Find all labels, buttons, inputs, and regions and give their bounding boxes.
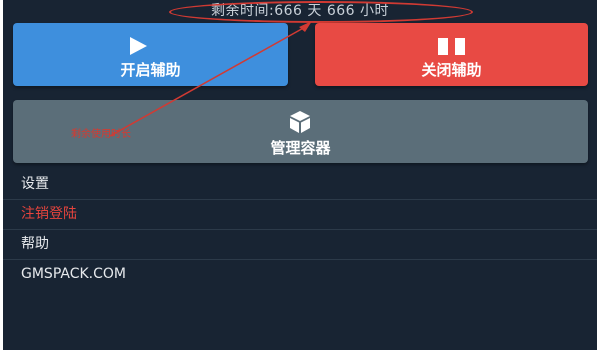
- annotation-label: 剩余使用时长: [71, 129, 131, 140]
- app-screen: 剩余时间:666 天 666 小时 开启辅助 关闭辅助 管理容器 剩余使用时长 …: [3, 0, 597, 350]
- box-icon: [290, 111, 310, 133]
- play-icon: [130, 37, 147, 55]
- stop-assist-button[interactable]: 关闭辅助: [315, 23, 588, 86]
- remaining-time-text: 剩余时间:666 天 666 小时: [210, 3, 389, 19]
- stop-assist-label: 关闭辅助: [421, 61, 482, 79]
- menu-list: 设置 注销登陆 帮助 GMSPACK.COM: [3, 170, 597, 289]
- start-assist-label: 开启辅助: [120, 61, 181, 79]
- menu-item-logout[interactable]: 注销登陆: [3, 200, 597, 230]
- menu-item-settings[interactable]: 设置: [3, 170, 597, 200]
- menu-item-help[interactable]: 帮助: [3, 230, 597, 260]
- pause-icon: [438, 38, 466, 55]
- start-assist-button[interactable]: 开启辅助: [13, 23, 288, 86]
- menu-item-website[interactable]: GMSPACK.COM: [3, 260, 597, 289]
